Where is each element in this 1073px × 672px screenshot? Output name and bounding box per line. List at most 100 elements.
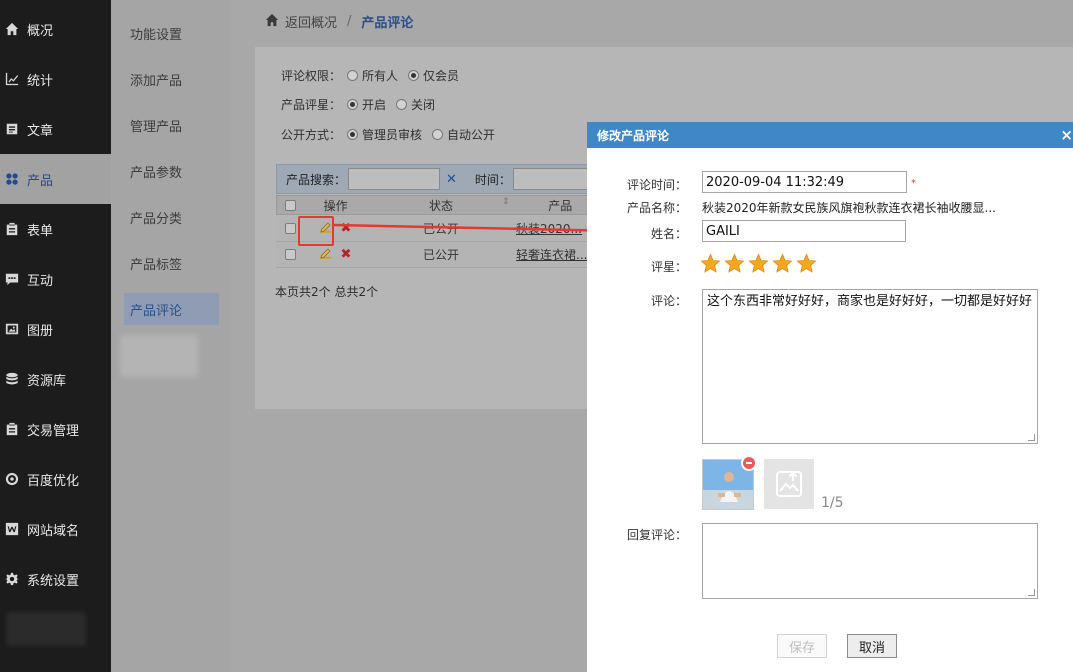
close-icon[interactable]: × (1060, 126, 1073, 144)
resize-handle[interactable] (1028, 589, 1035, 596)
database-icon (5, 372, 19, 386)
review-time-input[interactable]: 2020-09-04 11:32:49 (702, 171, 907, 193)
submenu-item-reviews[interactable]: 产品评论 (124, 293, 219, 325)
star-icon[interactable] (796, 253, 817, 274)
table-header: 操作 状态 ⇕ 产品 (276, 195, 606, 215)
user-avatar-blurred[interactable] (6, 612, 86, 646)
upload-count: 1/5 (821, 495, 844, 511)
upload-image-button[interactable] (764, 459, 814, 509)
sidebar-item-label: 百度优化 (27, 473, 80, 489)
permission-label: 评论权限： (281, 69, 342, 83)
sidebar-item-label: 表单 (27, 223, 54, 239)
radio-button-selected[interactable] (347, 99, 359, 110)
product-submenu: 功能设置 添加产品 管理产品 产品参数 产品分类 产品标签 产品评论 (111, 0, 231, 672)
sidebar-item-album[interactable]: 图册 (0, 304, 111, 354)
search-input[interactable] (348, 168, 441, 190)
edit-icon[interactable] (319, 247, 332, 263)
pagination-summary: 本页共2个 总共2个 (275, 285, 379, 299)
star-icon[interactable] (700, 253, 721, 274)
permission-setting: 评论权限： 所有人 仅会员 (281, 67, 469, 84)
edit-review-dialog: 修改产品评论 × 评论时间： 2020-09-04 11:32:49 * 产品名… (587, 122, 1073, 672)
permission-option-all[interactable]: 所有人 (347, 67, 398, 84)
sort-icon[interactable]: ⇕ (502, 197, 510, 207)
sidebar-item-settings[interactable]: 系统设置 (0, 554, 111, 604)
time-label: 时间： (474, 172, 511, 187)
home-icon (265, 13, 285, 31)
radio-button[interactable] (347, 70, 359, 81)
permission-option-members[interactable]: 仅会员 (408, 67, 459, 84)
radio-button-selected[interactable] (408, 70, 420, 81)
home-icon (5, 22, 19, 36)
comment-textarea[interactable]: 这个东西非常好好好，商家也是好好好，一切都是好好好 (702, 289, 1038, 444)
header-status-label: 状态 (428, 198, 453, 213)
cancel-button[interactable]: 取消 (847, 634, 897, 658)
sidebar-item-stats[interactable]: 统计 (0, 54, 111, 104)
sidebar-item-trade[interactable]: 交易管理 (0, 404, 111, 454)
submenu-item-parameters[interactable]: 产品参数 (124, 155, 219, 187)
row-checkbox[interactable] (284, 223, 296, 234)
breadcrumb-back-link[interactable]: 返回概况 (285, 12, 337, 31)
header-status[interactable]: 状态 ⇕ (366, 197, 515, 214)
sidebar-item-overview[interactable]: 概况 (0, 4, 111, 54)
radio-button[interactable] (396, 99, 408, 110)
domain-icon (5, 522, 19, 536)
gear-icon (5, 572, 19, 586)
star-icon[interactable] (724, 253, 745, 274)
radio-button-selected[interactable] (347, 129, 359, 140)
radio-button[interactable] (432, 129, 444, 140)
row-checkbox[interactable] (284, 249, 296, 260)
select-all-checkbox[interactable] (285, 199, 297, 211)
rating-setting: 产品评星： 开启 关闭 (281, 96, 445, 113)
sidebar-item-label: 产品 (27, 173, 54, 189)
save-button[interactable]: 保存 (777, 634, 827, 658)
sidebar-item-label: 资源库 (27, 373, 67, 389)
name-input[interactable]: GAILI (702, 220, 906, 242)
sidebar-item-label: 网站域名 (27, 523, 80, 539)
submenu-item-settings[interactable]: 功能设置 (124, 17, 219, 49)
product-name-label: 产品名称： (626, 201, 687, 215)
time-input[interactable] (512, 168, 593, 190)
sidebar-item-articles[interactable]: 文章 (0, 104, 111, 154)
submenu-item-tags[interactable]: 产品标签 (124, 247, 219, 279)
sidebar-item-resources[interactable]: 资源库 (0, 354, 111, 404)
submenu-item-manage-product[interactable]: 管理产品 (124, 109, 219, 141)
public-option-auto[interactable]: 自动公开 (432, 126, 495, 143)
dialog-title: 修改产品评论 (597, 128, 670, 143)
submenu-item-add-product[interactable]: 添加产品 (124, 63, 219, 95)
sidebar-item-interaction[interactable]: 互动 (0, 254, 111, 304)
comment-text: 这个东西非常好好好，商家也是好好好，一切都是好好好 (707, 294, 1033, 309)
public-option-admin[interactable]: 管理员审核 (347, 126, 422, 143)
sidebar-item-label: 统计 (27, 73, 54, 89)
reply-textarea[interactable] (702, 523, 1038, 599)
article-icon (5, 122, 19, 136)
option-label: 管理员审核 (362, 128, 423, 142)
rating-option-on[interactable]: 开启 (347, 96, 386, 113)
search-label: 产品搜索： (286, 172, 347, 187)
sidebar-item-domain[interactable]: 网站域名 (0, 504, 111, 554)
delete-icon[interactable]: ✖ (341, 247, 352, 262)
sidebar-item-seo[interactable]: 百度优化 (0, 454, 111, 504)
remove-image-button[interactable] (741, 455, 757, 471)
public-label: 公开方式： (281, 128, 342, 142)
rating-label: 评星： (650, 260, 687, 274)
star-icon[interactable] (748, 253, 769, 274)
sidebar-item-label: 互动 (27, 273, 54, 289)
rating-option-off[interactable]: 关闭 (396, 96, 435, 113)
review-time-label: 评论时间： (626, 178, 687, 192)
star-icon[interactable] (772, 253, 793, 274)
name-label: 姓名： (650, 227, 687, 241)
option-label: 自动公开 (447, 128, 496, 142)
annotation-highlight-box (298, 216, 334, 246)
submenu-item-categories[interactable]: 产品分类 (124, 201, 219, 233)
option-label: 仅会员 (423, 69, 460, 83)
option-label: 所有人 (362, 69, 399, 83)
resize-handle[interactable] (1028, 434, 1035, 441)
required-mark: * (911, 178, 916, 189)
breadcrumb-separator: / (347, 14, 352, 29)
main-sidebar: 概况 统计 文章 产品 表单 互动 图册 资源库 交易管理 百度优化 网站域名 (0, 0, 111, 672)
option-label: 关闭 (411, 98, 436, 112)
clear-icon[interactable]: ✕ (446, 172, 457, 187)
sidebar-item-forms[interactable]: 表单 (0, 204, 111, 254)
star-rating[interactable] (700, 253, 820, 274)
sidebar-item-products[interactable]: 产品 (0, 154, 111, 204)
